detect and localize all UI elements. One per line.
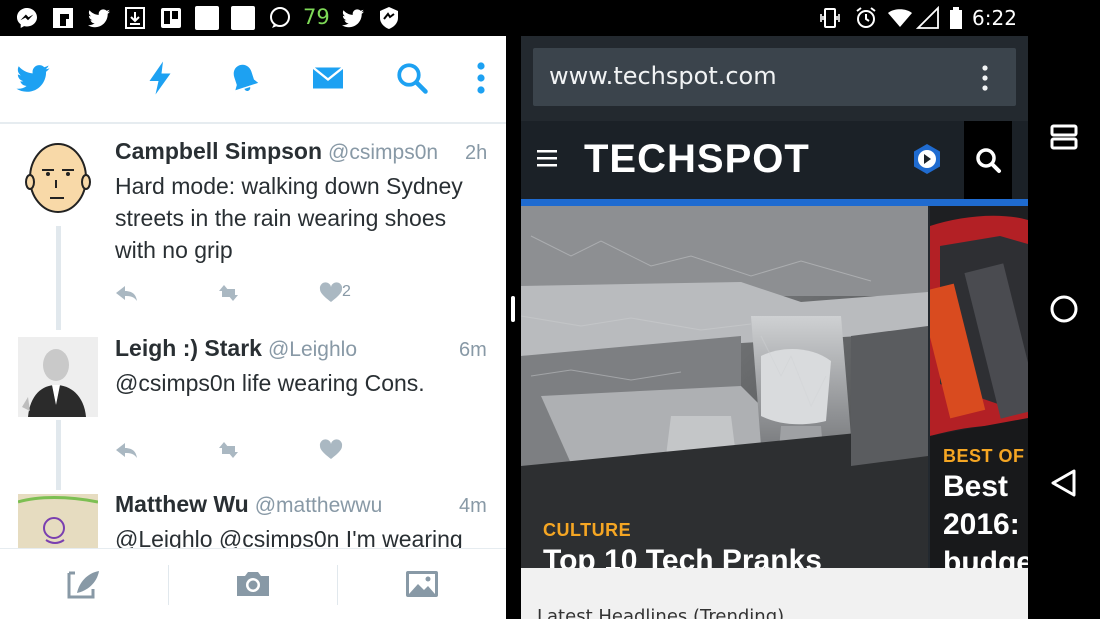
tweet-text: @csimps0n life wearing Cons. bbox=[115, 367, 425, 399]
twitter-logo-icon[interactable] bbox=[15, 60, 51, 96]
notification-count: 79 bbox=[303, 5, 330, 29]
tweet-header: Leigh :) Stark @Leighlo bbox=[115, 335, 357, 362]
reply-icon[interactable] bbox=[113, 438, 141, 462]
divider-drag-handle[interactable] bbox=[511, 296, 515, 322]
browser-menu-icon[interactable] bbox=[979, 64, 991, 92]
header-accent-bar bbox=[521, 199, 1028, 206]
featured-article[interactable]: BEST OF Best 2016: budge bbox=[930, 206, 1028, 568]
clock-time: 6:22 bbox=[972, 6, 1017, 30]
tweet-author-name[interactable]: Matthew Wu bbox=[115, 491, 249, 517]
tweet[interactable]: Matthew Wu @matthewwu 4m @Leighlo @csimps… bbox=[0, 491, 506, 574]
messages-envelope-icon[interactable] bbox=[310, 60, 346, 96]
tweet-author-handle[interactable]: @Leighlo bbox=[268, 338, 357, 361]
hamburger-menu-icon[interactable] bbox=[537, 149, 557, 167]
url-bar[interactable]: www.techspot.com bbox=[533, 48, 1016, 106]
section-heading: Latest Headlines (Trending) bbox=[537, 606, 785, 619]
avatar[interactable] bbox=[18, 138, 98, 220]
retweet-icon[interactable] bbox=[217, 438, 245, 462]
like-heart-icon[interactable] bbox=[317, 438, 345, 462]
article-category[interactable]: CULTURE bbox=[543, 520, 631, 541]
camera-icon[interactable] bbox=[234, 567, 272, 601]
article-category[interactable]: BEST OF bbox=[943, 446, 1025, 467]
status-bar: 79 6:22 bbox=[0, 0, 1028, 36]
article-headline-line: Best bbox=[943, 470, 1009, 503]
tweet-text-line: with no grip bbox=[115, 237, 233, 263]
featured-article[interactable]: CULTURE Top 10 Tech Pranks bbox=[521, 206, 928, 568]
tweet-author-name[interactable]: Leigh :) Stark bbox=[115, 335, 262, 361]
site-search-button[interactable] bbox=[964, 121, 1012, 199]
tweet-header: Matthew Wu @matthewwu bbox=[115, 491, 382, 518]
article-headline[interactable]: Top 10 Tech Pranks bbox=[543, 542, 822, 568]
tweet-author-handle[interactable]: @matthewwu bbox=[255, 494, 383, 517]
notifications-bell-icon[interactable] bbox=[226, 60, 262, 96]
site-logo[interactable]: TECHSPOT bbox=[584, 137, 810, 182]
compose-bar bbox=[0, 548, 506, 619]
blank-square-icon bbox=[195, 6, 219, 30]
tweet-text: Hard mode: walking down Sydney streets i… bbox=[115, 170, 463, 266]
retweet-icon[interactable] bbox=[217, 281, 245, 305]
video-play-icon[interactable] bbox=[911, 143, 943, 175]
tweet-header: Campbell Simpson @csimps0n bbox=[115, 138, 438, 165]
messenger-icon bbox=[15, 6, 39, 30]
twitter-app: Campbell Simpson @csimps0n 2h Hard mode: … bbox=[0, 36, 506, 619]
tweet[interactable]: Campbell Simpson @csimps0n 2h Hard mode: … bbox=[0, 126, 506, 331]
page-content-area: Latest Headlines (Trending) bbox=[521, 568, 1028, 619]
blank-square-icon bbox=[231, 6, 255, 30]
url-text[interactable]: www.techspot.com bbox=[549, 62, 777, 90]
flipboard-icon bbox=[51, 6, 75, 30]
tweet-text-line: streets in the rain wearing shoes bbox=[115, 205, 447, 231]
shield-app-icon bbox=[377, 6, 401, 30]
tweet-time: 2h bbox=[465, 142, 488, 164]
like-heart-icon[interactable] bbox=[317, 281, 345, 305]
site-header: TECHSPOT bbox=[521, 121, 1028, 199]
trello-icon bbox=[159, 6, 183, 30]
tweet-author-name[interactable]: Campbell Simpson bbox=[115, 138, 322, 164]
twitter-icon bbox=[87, 6, 111, 30]
search-icon[interactable] bbox=[394, 60, 430, 96]
article-headline-line: 2016: bbox=[943, 508, 1020, 541]
twitter-icon bbox=[341, 6, 365, 30]
system-nav-bar bbox=[1028, 0, 1100, 619]
wifi-icon bbox=[888, 6, 912, 30]
home-icon[interactable] bbox=[1048, 293, 1080, 325]
download-icon bbox=[123, 6, 147, 30]
article-headline[interactable]: Best 2016: budge bbox=[943, 468, 1028, 568]
tweet-time: 6m bbox=[459, 339, 487, 361]
reply-icon[interactable] bbox=[113, 281, 141, 305]
article-headline-line: budge bbox=[943, 546, 1028, 568]
battery-icon bbox=[944, 6, 968, 30]
recents-icon[interactable] bbox=[1048, 121, 1080, 153]
tweet-text-line: @csimps0n life wearing Cons. bbox=[115, 370, 425, 396]
twitter-header bbox=[0, 36, 506, 124]
gallery-icon[interactable] bbox=[403, 567, 441, 601]
split-screen-divider[interactable] bbox=[506, 36, 521, 619]
lightning-icon[interactable] bbox=[142, 60, 178, 96]
tweet[interactable]: Leigh :) Stark @Leighlo 6m @csimps0n life… bbox=[0, 331, 506, 491]
avatar[interactable] bbox=[18, 337, 98, 417]
back-icon[interactable] bbox=[1048, 467, 1080, 499]
divider bbox=[168, 565, 169, 605]
tweet-time: 4m bbox=[459, 495, 487, 517]
divider bbox=[337, 565, 338, 605]
browser-app: www.techspot.com TECHSPOT CULTURE Top 10… bbox=[521, 36, 1028, 619]
tweet-author-handle[interactable]: @csimps0n bbox=[328, 141, 438, 164]
cell-signal-icon bbox=[916, 6, 940, 30]
alarm-icon bbox=[854, 6, 878, 30]
chat-bubble-icon bbox=[268, 6, 292, 30]
overflow-menu-icon[interactable] bbox=[463, 60, 499, 96]
article-image-foil-office bbox=[521, 206, 928, 568]
compose-tweet-icon[interactable] bbox=[65, 567, 103, 601]
tweet-text-line: Hard mode: walking down Sydney bbox=[115, 173, 463, 199]
vibrate-icon bbox=[818, 6, 842, 30]
like-count: 2 bbox=[342, 283, 351, 300]
